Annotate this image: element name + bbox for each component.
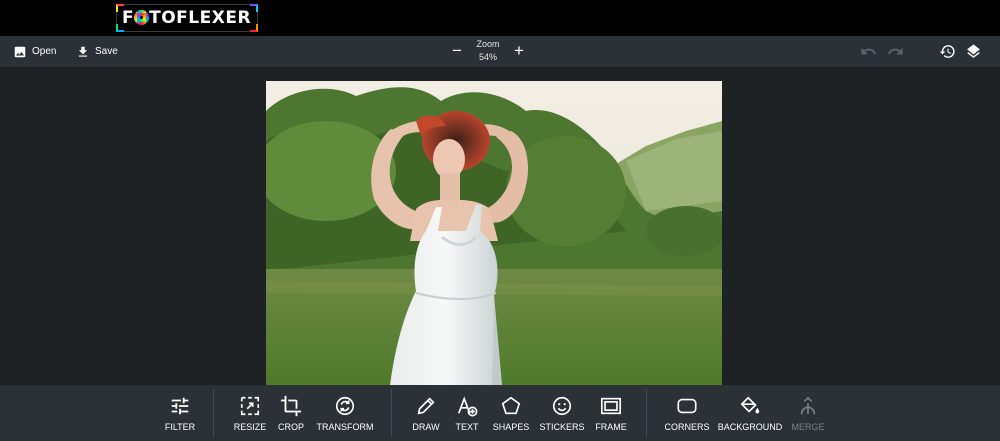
sliders-icon — [169, 395, 191, 417]
save-button[interactable]: Save — [76, 36, 118, 67]
tool-shapes[interactable]: SHAPES — [492, 385, 530, 441]
tool-draw[interactable]: DRAW — [410, 385, 442, 441]
tool-resize-label: RESIZE — [233, 422, 267, 432]
resize-icon — [239, 395, 261, 417]
undo-icon — [861, 47, 876, 55]
tool-corners[interactable]: CORNERS — [664, 385, 710, 441]
tool-text-label: TEXT — [455, 422, 479, 432]
tool-background[interactable]: BACKGROUND — [718, 385, 782, 441]
tool-filter[interactable]: FILTER — [160, 385, 200, 441]
smiley-icon — [551, 395, 573, 417]
tool-background-label: BACKGROUND — [717, 422, 783, 432]
rotate-icon — [334, 395, 356, 417]
undo-button[interactable] — [860, 43, 877, 60]
tool-stickers[interactable]: STICKERS — [539, 385, 585, 441]
tool-stickers-label: STICKERS — [539, 422, 585, 432]
pencil-icon — [415, 395, 437, 417]
history-icon — [939, 45, 955, 58]
tool-crop[interactable]: CROP — [275, 385, 307, 441]
zoom-label: Zoom — [476, 39, 500, 49]
merge-icon — [797, 395, 819, 417]
tool-text[interactable]: TEXT — [452, 385, 482, 441]
tool-corners-label: CORNERS — [664, 422, 710, 432]
paint-bucket-icon — [739, 395, 761, 417]
tool-draw-label: DRAW — [412, 422, 440, 432]
tool-crop-label: CROP — [277, 422, 304, 432]
tool-merge-label: MERGE — [791, 422, 825, 432]
layers-icon — [967, 44, 980, 58]
text-add-icon — [456, 395, 478, 417]
tool-frame-label: FRAME — [595, 422, 627, 432]
toolbar-divider — [391, 389, 392, 437]
tool-merge[interactable]: MERGE — [790, 385, 826, 441]
history-button[interactable] — [939, 43, 956, 60]
toolbar-divider — [646, 389, 647, 437]
redo-icon — [888, 47, 903, 55]
zoom-out-button[interactable]: − — [450, 42, 464, 60]
image-icon — [14, 46, 26, 57]
zoom-in-button[interactable]: + — [512, 42, 526, 60]
crop-icon — [280, 395, 302, 417]
canvas-workspace — [0, 67, 1000, 385]
zoom-control: − Zoom 54% + — [450, 36, 526, 67]
download-icon — [78, 46, 88, 57]
tool-transform-label: TRANSFORM — [316, 422, 374, 432]
layers-button[interactable] — [965, 43, 982, 60]
save-label: Save — [95, 46, 118, 57]
top-toolbar: Open Save − Zoom 54% + — [0, 36, 1000, 67]
zoom-value: 54% — [478, 52, 497, 62]
bottom-toolbar: FILTER RESIZE CROP TRANSFORM DRAW TEXT S… — [0, 385, 1000, 441]
frame-icon — [600, 395, 622, 417]
open-label: Open — [32, 46, 57, 57]
brand-bar: F TOFLEXER — [0, 0, 1000, 36]
logo-wordmark: F TOFLEXER — [122, 8, 252, 28]
tool-resize[interactable]: RESIZE — [230, 385, 270, 441]
logo-ring-icon — [134, 10, 150, 25]
photo-canvas[interactable] — [266, 81, 722, 385]
tool-transform[interactable]: TRANSFORM — [316, 385, 374, 441]
tool-shapes-label: SHAPES — [492, 422, 530, 432]
photo-image — [266, 81, 722, 385]
redo-button[interactable] — [887, 43, 904, 60]
open-button[interactable]: Open — [13, 36, 56, 67]
rounded-rect-icon — [676, 395, 698, 417]
pentagon-icon — [500, 395, 522, 417]
tool-filter-label: FILTER — [164, 422, 196, 432]
tool-frame[interactable]: FRAME — [594, 385, 628, 441]
toolbar-divider — [213, 389, 214, 437]
app-logo[interactable]: F TOFLEXER — [116, 4, 258, 32]
